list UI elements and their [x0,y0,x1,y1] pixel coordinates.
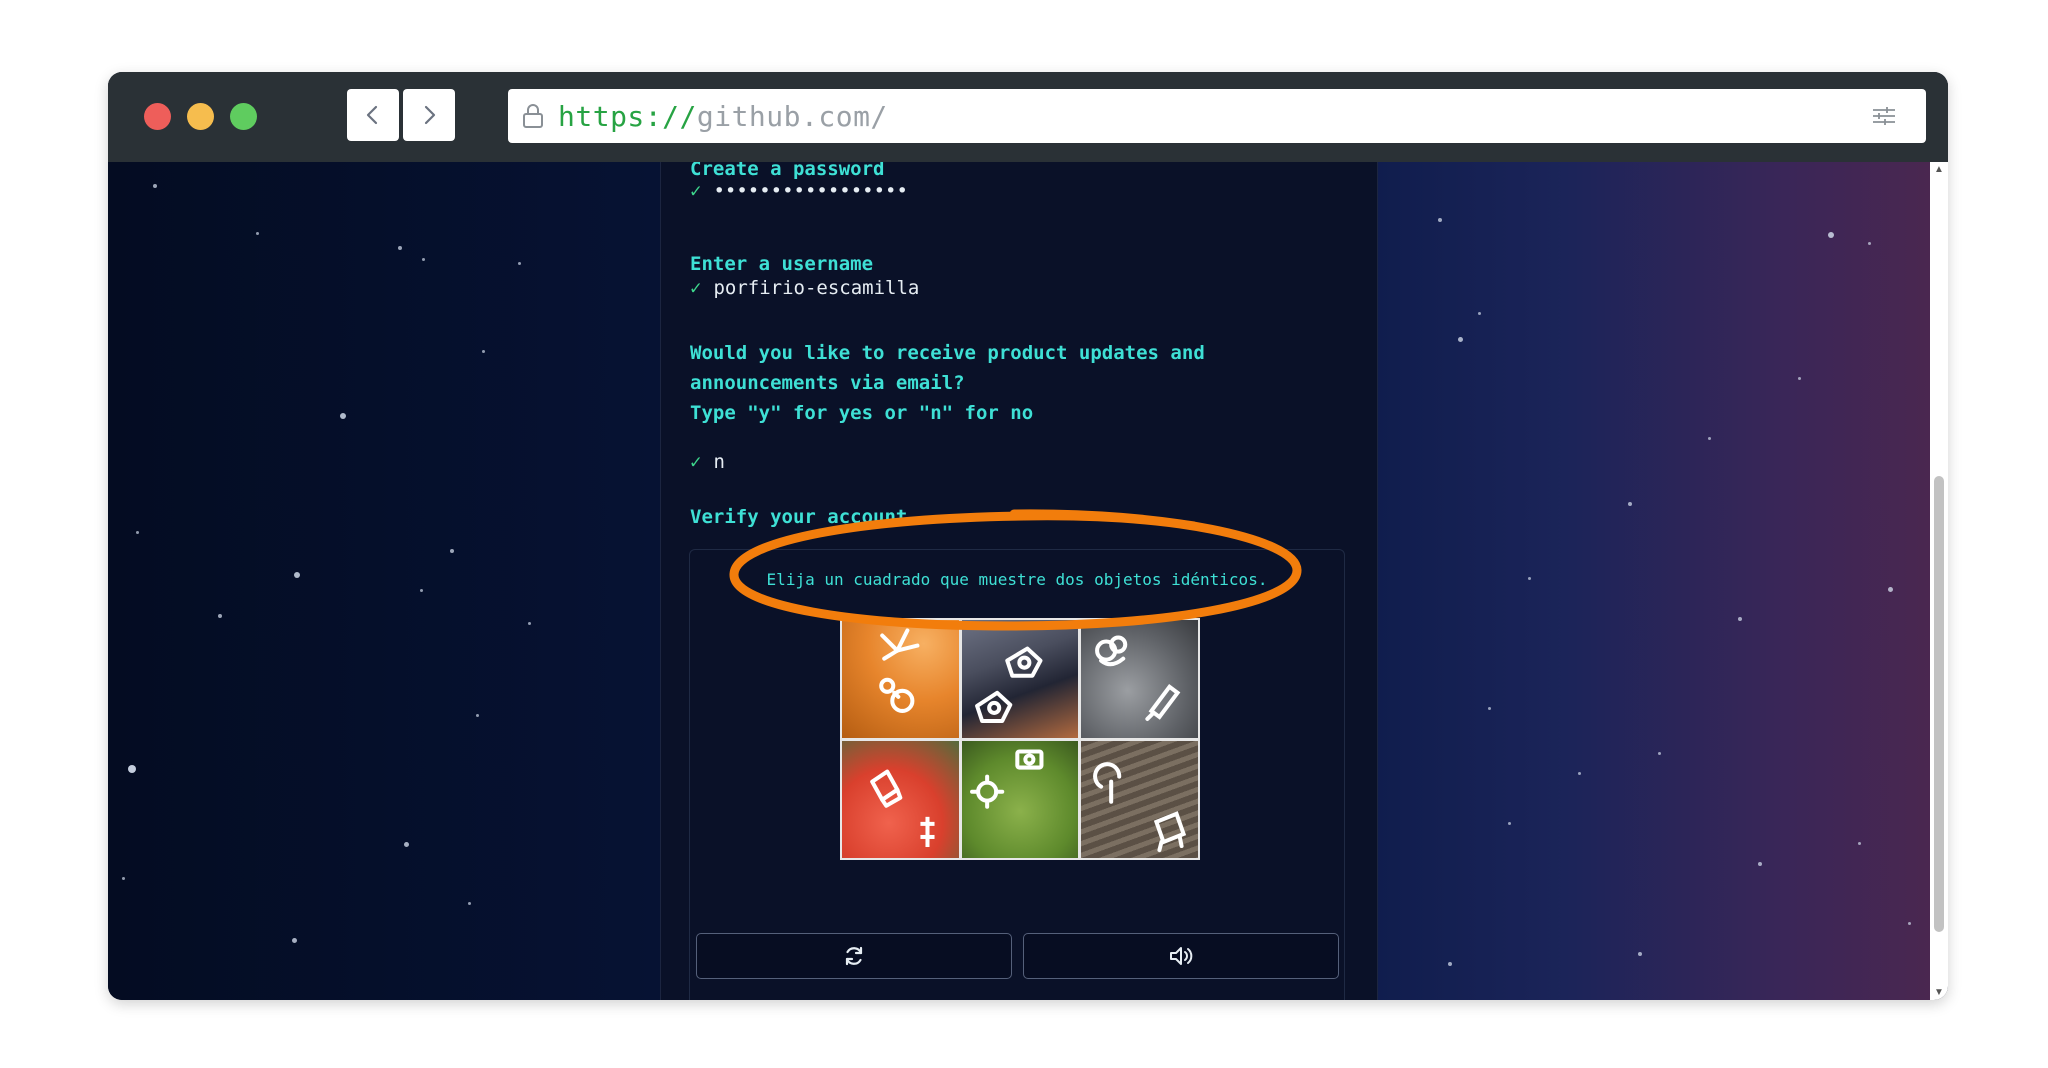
star [404,842,409,847]
captcha-instruction: Elija un cuadrado que muestre dos objeto… [766,570,1268,589]
star [340,413,346,419]
browser-toolbar: https://github.com/ [108,72,1948,162]
captcha-image-grid [840,618,1200,860]
check-icon: ✓ [690,451,702,473]
star [476,714,479,717]
updates-label-line1: Would you like to receive product update… [690,342,1205,364]
refresh-challenge-button[interactable] [696,933,1012,979]
star [1708,437,1711,440]
star [422,258,425,261]
password-value: ••••••••••••••••• [713,180,908,202]
username-value: porfirio-escamilla [713,277,920,299]
star [1638,952,1642,956]
star [122,877,125,880]
chevron-left-icon [366,105,378,125]
check-icon: ✓ [690,180,702,202]
star [128,765,136,773]
address-bar[interactable]: https://github.com/ [508,89,1926,143]
star [294,572,300,578]
maximize-window-button[interactable] [230,103,257,130]
star [528,622,531,625]
star [1578,772,1581,775]
star [153,184,157,188]
captcha-tile[interactable] [1081,620,1198,738]
verify-label: Verify your account [690,506,908,528]
check-icon: ✓ [690,277,702,299]
audio-challenge-button[interactable] [1023,933,1339,979]
star [1868,242,1871,245]
star [1488,707,1491,710]
star [398,246,402,250]
star [1508,822,1511,825]
star [136,531,139,534]
star [1798,377,1801,380]
captcha-tile[interactable] [961,620,1079,738]
captcha-tile[interactable] [842,620,959,738]
captcha-object-icon [879,628,920,713]
url-scheme: https:// [558,99,697,133]
captcha-object-icon [969,748,1044,809]
url-host: github.com/ [696,99,888,133]
scroll-up-arrow-icon[interactable]: ▲ [1934,164,1944,175]
star [1628,502,1632,506]
captcha-tile[interactable] [1081,740,1198,858]
close-window-button[interactable] [144,103,171,130]
signup-panel: Create a password ✓ ••••••••••••••••• En… [660,162,1378,1000]
star [518,262,521,265]
star [468,902,471,905]
star [292,938,297,943]
chevron-right-icon [424,105,436,125]
captcha-widget: Elija un cuadrado que muestre dos objeto… [689,549,1345,1000]
star [1448,962,1452,966]
star [1658,752,1661,755]
star [1478,312,1481,315]
star [420,589,423,592]
captcha-object-icon [1095,635,1181,721]
captcha-tile[interactable] [842,740,959,858]
lock-icon [520,102,546,130]
back-button[interactable] [347,89,399,141]
password-answer: ✓ ••••••••••••••••• [690,180,908,202]
star [1858,842,1861,845]
captcha-object-icon [974,646,1043,724]
minimize-window-button[interactable] [187,103,214,130]
captcha-object-icon [1093,761,1187,852]
updates-label-line3: Type "y" for yes or "n" for no [690,402,1034,424]
updates-value: n [713,451,725,473]
browser-menu-button[interactable] [1857,89,1911,143]
speaker-icon [1170,947,1193,965]
url-text: https://github.com/ [558,100,888,133]
captcha-tile[interactable] [961,740,1079,858]
star [1758,862,1762,866]
updates-label-line2: announcements via email? [690,372,965,394]
star [1458,337,1463,342]
star [1528,577,1531,580]
scrollbar-thumb[interactable] [1934,476,1944,932]
username-label: Enter a username [690,253,874,275]
star [1828,232,1834,238]
star [256,232,259,235]
username-answer: ✓ porfirio-escamilla [690,277,919,299]
star [450,549,454,553]
browser-window: https://github.com/ Create a password ✓ … [108,72,1948,1000]
page-scrollbar[interactable]: ▲ ▼ [1930,162,1948,1000]
star [1438,218,1442,222]
updates-answer: ✓ n [690,451,725,473]
star [1908,922,1911,925]
scroll-down-arrow-icon[interactable]: ▼ [1934,987,1944,998]
forward-button[interactable] [403,89,455,141]
star [482,350,485,353]
star [218,614,222,618]
star [1738,617,1742,621]
captcha-object-icon [870,769,935,847]
sliders-icon [1873,107,1895,125]
page-viewport: Create a password ✓ ••••••••••••••••• En… [108,162,1930,1000]
star [1888,587,1893,592]
refresh-icon [845,946,863,966]
